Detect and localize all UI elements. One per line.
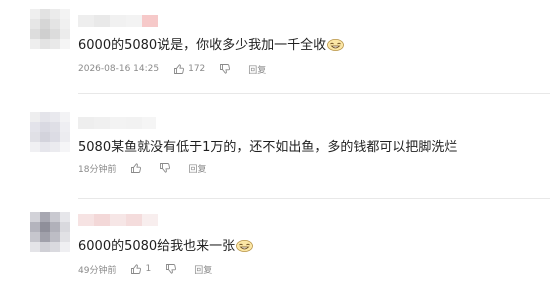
reply-button[interactable]: 回复 bbox=[194, 263, 212, 276]
reply-label: 回复 bbox=[248, 65, 267, 76]
grinning-face-emoji-icon bbox=[327, 39, 345, 51]
comment-text: 6000的5080给我也来一张 bbox=[78, 239, 254, 255]
like-count: 1 bbox=[145, 264, 152, 274]
thumbs-up-icon bbox=[131, 163, 142, 173]
comment-item: 6000的5080给我也来一张 49分钟前 1 回复 bbox=[0, 199, 550, 287]
thumbs-down-icon bbox=[160, 163, 171, 173]
thumbs-up-icon bbox=[174, 64, 185, 74]
comment-meta: 2026-08-16 14:25 172 回复 bbox=[78, 63, 266, 76]
reply-button[interactable]: 回复 bbox=[248, 63, 266, 76]
comment-text: 5080某鱼就没有低于1万的，还不如出鱼，多的钱都可以把脚洗烂 bbox=[78, 140, 457, 156]
reply-label: 回复 bbox=[188, 164, 207, 175]
like-button[interactable]: 172 bbox=[173, 63, 205, 75]
comment-meta: 18分钟前 回复 bbox=[78, 162, 206, 175]
comment-body: 6000的5080说是，你收多少我加一千全收 bbox=[78, 38, 327, 53]
like-button[interactable] bbox=[130, 162, 145, 174]
timestamp: 49分钟前 bbox=[78, 265, 117, 276]
thumbs-down-icon bbox=[220, 64, 231, 74]
username-blurred[interactable] bbox=[78, 15, 158, 27]
comment-text: 6000的5080说是，你收多少我加一千全收 bbox=[78, 38, 345, 54]
avatar[interactable] bbox=[30, 212, 70, 252]
thumbs-down-icon bbox=[166, 264, 177, 274]
dislike-button[interactable] bbox=[165, 263, 180, 275]
reply-button[interactable]: 回复 bbox=[188, 162, 206, 175]
like-button[interactable]: 1 bbox=[130, 263, 151, 275]
divider bbox=[78, 93, 550, 94]
thumbs-up-icon bbox=[131, 264, 142, 274]
dislike-button[interactable] bbox=[159, 162, 174, 174]
timestamp: 2026-08-16 14:25 bbox=[78, 64, 160, 74]
dislike-button[interactable] bbox=[219, 63, 234, 75]
comment-item: 6000的5080说是，你收多少我加一千全收 2026-08-16 14:25 … bbox=[0, 0, 550, 95]
username-blurred[interactable] bbox=[78, 117, 156, 129]
comment-body: 6000的5080给我也来一张 bbox=[78, 239, 236, 254]
reply-label: 回复 bbox=[194, 265, 213, 276]
comment-meta: 49分钟前 1 回复 bbox=[78, 263, 212, 276]
username-blurred[interactable] bbox=[78, 214, 158, 226]
comment-item: 5080某鱼就没有低于1万的，还不如出鱼，多的钱都可以把脚洗烂 18分钟前 回复 bbox=[0, 95, 550, 199]
avatar[interactable] bbox=[30, 9, 70, 49]
comment-body: 5080某鱼就没有低于1万的，还不如出鱼，多的钱都可以把脚洗烂 bbox=[78, 140, 458, 155]
avatar[interactable] bbox=[30, 112, 70, 152]
grinning-face-emoji-icon bbox=[236, 240, 254, 252]
timestamp: 18分钟前 bbox=[78, 164, 117, 175]
like-count: 172 bbox=[188, 64, 206, 74]
